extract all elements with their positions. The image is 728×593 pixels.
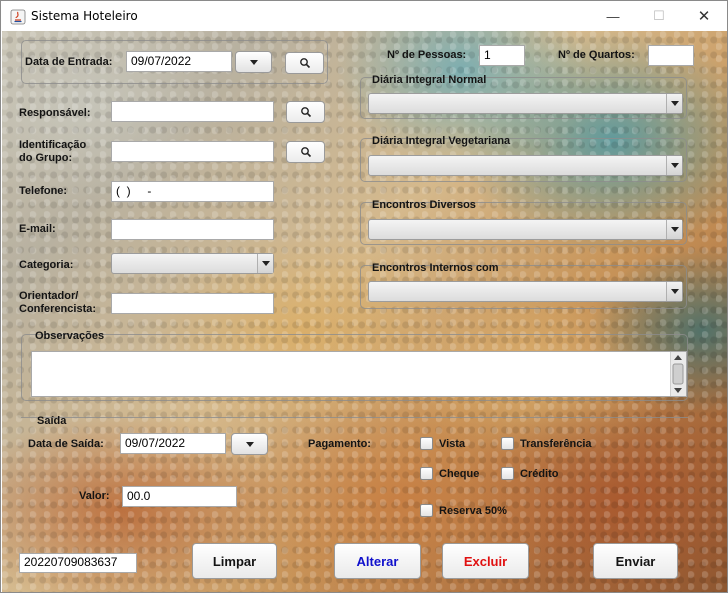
maximize-button[interactable]: ☐ [636,1,682,31]
enviar-button[interactable]: Enviar [593,543,678,579]
scroll-arrows-icon [672,355,684,393]
transferencia-checkbox[interactable] [501,437,514,450]
valor-field[interactable]: 00.0 [122,486,237,507]
saida-section-label: Saída [37,415,67,427]
responsavel-label: Responsável: [19,107,91,119]
telefone-label: Telefone: [19,185,68,197]
minimize-icon: — [606,8,620,24]
diaria-veg-label: Diária Integral Vegetariana [372,135,511,147]
reserva-checkbox[interactable] [420,504,433,517]
cheque-label: Cheque [439,468,480,480]
observacoes-label: Observações [35,330,105,342]
pagamento-label: Pagamento: [308,438,371,450]
transferencia-label: Transferência [520,438,592,450]
quartos-label: Nº de Quartos: [558,49,635,61]
encontros-internos-select[interactable] [368,281,683,302]
chevron-down-icon [666,156,682,175]
search-icon [299,58,310,69]
identificacao-label-line2: do Grupo: [19,152,73,164]
chevron-down-icon [257,254,273,273]
form-panel: Data de Entrada: 09/07/2022 Responsável:… [2,31,727,592]
identificacao-field[interactable] [111,141,274,162]
diaria-veg-select[interactable] [368,155,683,176]
excluir-button[interactable]: Excluir [442,543,529,579]
quartos-field[interactable] [648,45,694,66]
chevron-down-icon [666,94,682,113]
categoria-label: Categoria: [19,259,74,271]
diaria-normal-label: Diária Integral Normal [372,74,487,86]
close-button[interactable]: ✕ [681,1,727,31]
alterar-button[interactable]: Alterar [334,543,421,579]
categoria-select[interactable] [111,253,274,274]
saida-date-field[interactable]: 09/07/2022 [120,433,226,454]
orientador-label-line2: Conferencista: [19,303,97,315]
chevron-down-icon [666,220,682,239]
observacoes-textarea[interactable] [31,351,687,397]
responsavel-search-button[interactable] [286,101,325,123]
orientador-field[interactable] [111,293,274,314]
search-icon [300,107,311,118]
encontros-internos-label: Encontros Internos com [372,262,499,274]
entrada-date-field[interactable]: 09/07/2022 [126,51,232,72]
credito-checkbox[interactable] [501,467,514,480]
vista-checkbox[interactable] [420,437,433,450]
encontros-diversos-label: Encontros Diversos [372,199,476,211]
vista-label: Vista [439,438,466,450]
responsavel-field[interactable] [111,101,274,122]
encontros-diversos-select[interactable] [368,219,683,240]
minimize-button[interactable]: — [590,1,636,31]
chevron-down-icon [245,441,254,447]
limpar-button[interactable]: Limpar [192,543,277,579]
maximize-icon: ☐ [653,8,665,23]
telefone-field[interactable]: ( ) - [111,181,274,202]
identificacao-search-button[interactable] [286,141,325,163]
valor-label: Valor: [79,490,110,502]
observacoes-scrollbar[interactable] [670,352,686,396]
title-bar: Sistema Hoteleiro — ☐ ✕ [1,1,727,31]
entrada-date-label: Data de Entrada: [25,56,113,68]
registro-code-field: 20220709083637 [19,553,137,573]
diaria-normal-select[interactable] [368,93,683,114]
orientador-label-line1: Orientador/ [19,290,79,302]
saida-date-dropdown[interactable] [231,433,268,455]
window-title: Sistema Hoteleiro [31,9,138,23]
entrada-date-dropdown[interactable] [235,51,272,73]
pessoas-label: Nº de Pessoas: [387,49,467,61]
identificacao-label-line1: Identificação [19,139,87,151]
chevron-down-icon [249,59,258,65]
email-field[interactable] [111,219,274,240]
reserva-label: Reserva 50% [439,505,507,517]
cheque-checkbox[interactable] [420,467,433,480]
saida-date-label: Data de Saída: [28,438,104,450]
java-icon [10,9,26,25]
email-label: E-mail: [19,223,56,235]
credito-label: Crédito [520,468,559,480]
pessoas-field[interactable]: 1 [479,45,525,66]
app-window: Sistema Hoteleiro — ☐ ✕ Data de Entrada:… [0,0,728,593]
close-icon: ✕ [697,8,711,25]
chevron-down-icon [666,282,682,301]
search-icon [300,147,311,158]
entrada-search-button[interactable] [285,52,324,74]
